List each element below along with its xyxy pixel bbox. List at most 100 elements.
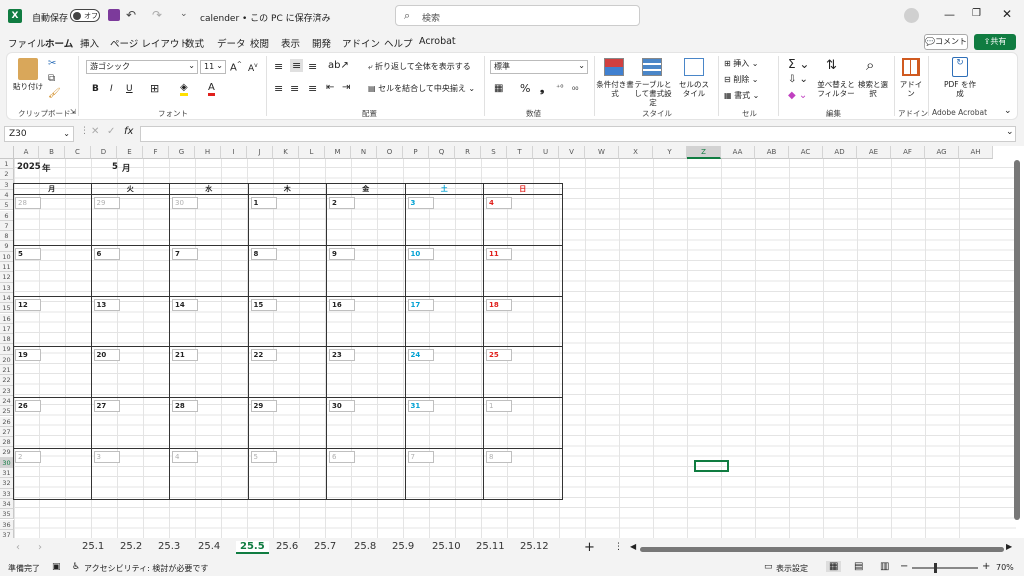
next-sheet-icon[interactable]: › bbox=[38, 542, 42, 553]
zoom-in-icon[interactable]: + bbox=[982, 561, 990, 572]
sheet-tab-25-3[interactable]: 25.3 bbox=[158, 541, 180, 552]
name-box[interactable]: Z30 ⌄ bbox=[4, 126, 74, 142]
calendar-day-cell[interactable]: 24 bbox=[405, 347, 484, 399]
format-cells-button[interactable]: ▦ 書式 ⌄ bbox=[724, 90, 759, 101]
column-header-l[interactable]: L bbox=[299, 146, 325, 159]
calendar-day-cell[interactable]: 12 bbox=[13, 296, 92, 348]
sheet-tab-25-5[interactable]: 25.5 bbox=[236, 541, 269, 554]
calendar-day-cell[interactable]: 5 bbox=[13, 245, 92, 297]
tab-acrobat[interactable]: Acrobat bbox=[419, 36, 456, 47]
horizontal-scrollbar[interactable] bbox=[640, 547, 1004, 552]
weekday-header[interactable]: 火 bbox=[91, 183, 170, 195]
calendar-day-cell[interactable]: 4 bbox=[484, 195, 563, 246]
column-header-r[interactable]: R bbox=[455, 146, 481, 159]
column-header-u[interactable]: U bbox=[533, 146, 559, 159]
fill-color-icon[interactable]: ◈ bbox=[180, 82, 188, 96]
sheet-tab-25-8[interactable]: 25.8 bbox=[354, 541, 376, 552]
create-pdf-icon[interactable]: ↻ bbox=[952, 57, 968, 77]
indent-increase-icon[interactable]: ⇥ bbox=[342, 82, 350, 93]
calendar-day-cell[interactable]: 16 bbox=[327, 296, 406, 348]
align-center-icon[interactable]: ≡ bbox=[290, 82, 299, 95]
clipboard-launcher-icon[interactable]: ⇲ bbox=[70, 108, 76, 116]
tab-insert[interactable]: 挿入 bbox=[80, 36, 99, 50]
decrease-font-icon[interactable]: Av bbox=[248, 62, 258, 74]
column-header-q[interactable]: Q bbox=[429, 146, 455, 159]
calendar-day-cell[interactable]: 30 bbox=[327, 398, 406, 449]
column-header-k[interactable]: K bbox=[273, 146, 299, 159]
sheet-tab-25-12[interactable]: 25.12 bbox=[520, 541, 549, 552]
tab-help[interactable]: ヘルプ bbox=[384, 36, 413, 50]
row-header[interactable]: 30 bbox=[0, 457, 14, 468]
add-sheet-icon[interactable]: + bbox=[584, 540, 595, 555]
calendar-day-cell[interactable]: 2 bbox=[327, 195, 406, 246]
year-unit-cell[interactable]: 年 bbox=[42, 162, 51, 174]
sheet-options-icon[interactable]: ⋮ bbox=[614, 542, 623, 552]
clear-icon[interactable]: ◆ ⌄ bbox=[788, 90, 807, 101]
column-header-t[interactable]: T bbox=[507, 146, 533, 159]
row-header[interactable]: 34 bbox=[0, 498, 14, 510]
calendar-day-cell[interactable]: 28 bbox=[13, 195, 92, 246]
format-table-button[interactable]: テーブルとして書式設定 bbox=[632, 80, 674, 107]
cell-styles-icon[interactable] bbox=[684, 58, 704, 76]
row-header[interactable]: 33 bbox=[0, 488, 14, 499]
fill-icon[interactable]: ⇩ ⌄ bbox=[788, 74, 808, 85]
close-icon[interactable]: ✕ bbox=[1002, 7, 1012, 21]
search-box[interactable]: ⌕ 検索 bbox=[395, 5, 640, 26]
more-icon[interactable]: ⋮ bbox=[80, 126, 89, 136]
accounting-icon[interactable]: ▦ bbox=[494, 83, 503, 94]
sheet-tab-25-9[interactable]: 25.9 bbox=[392, 541, 414, 552]
redo-icon[interactable]: ↷ bbox=[152, 8, 162, 22]
ribbon-collapse-icon[interactable]: ⌄ bbox=[1004, 106, 1012, 116]
column-header-j[interactable]: J bbox=[247, 146, 273, 159]
column-header-p[interactable]: P bbox=[403, 146, 429, 159]
calendar-day-cell[interactable]: 1 bbox=[248, 195, 327, 246]
row-header[interactable]: 14 bbox=[0, 292, 14, 304]
wrap-text-button[interactable]: ⤶ 折り返して全体を表示する bbox=[368, 61, 471, 72]
sheet-tab-25-6[interactable]: 25.6 bbox=[276, 541, 298, 552]
orientation-icon[interactable]: ab↗ bbox=[328, 60, 349, 71]
sheet-tab-25-11[interactable]: 25.11 bbox=[476, 541, 505, 552]
tab-page-layout[interactable]: ページ レイアウト bbox=[110, 36, 189, 50]
weekday-header[interactable]: 木 bbox=[248, 183, 327, 195]
month-cell[interactable]: 5 bbox=[112, 162, 118, 172]
column-header-a[interactable]: A bbox=[14, 146, 39, 159]
row-header[interactable]: 17 bbox=[0, 323, 14, 335]
row-header[interactable]: 36 bbox=[0, 519, 14, 530]
row-header[interactable]: 31 bbox=[0, 468, 14, 479]
month-unit-cell[interactable]: 月 bbox=[122, 162, 131, 174]
percent-icon[interactable]: % bbox=[520, 82, 530, 95]
column-header-y[interactable]: Y bbox=[653, 146, 687, 159]
row-header[interactable]: 8 bbox=[0, 231, 14, 242]
calendar-day-cell[interactable]: 6 bbox=[91, 245, 170, 297]
bold-icon[interactable]: B bbox=[92, 84, 99, 94]
autosum-icon[interactable]: Σ ⌄ bbox=[788, 57, 809, 71]
column-header-ah[interactable]: AH bbox=[959, 146, 993, 159]
scroll-left-icon[interactable]: ◀ bbox=[630, 542, 636, 551]
tab-formulas[interactable]: 数式 bbox=[185, 36, 204, 50]
calendar-day-cell[interactable]: 26 bbox=[13, 398, 92, 449]
calendar-day-cell[interactable]: 22 bbox=[248, 347, 327, 399]
tab-data[interactable]: データ bbox=[217, 36, 246, 50]
find-select-icon[interactable]: ⌕ bbox=[866, 56, 874, 74]
row-header[interactable]: 9 bbox=[0, 241, 14, 252]
column-header-i[interactable]: I bbox=[221, 146, 247, 159]
paste-button[interactable]: 貼り付け bbox=[12, 82, 44, 91]
column-header-v[interactable]: V bbox=[559, 146, 585, 159]
row-header[interactable]: 25 bbox=[0, 406, 14, 417]
column-header-af[interactable]: AF bbox=[891, 146, 925, 159]
addins-button[interactable]: アドイン bbox=[898, 80, 924, 98]
align-middle-icon[interactable]: ≡ bbox=[290, 59, 304, 72]
tab-view[interactable]: 表示 bbox=[281, 36, 300, 50]
create-pdf-button[interactable]: PDF を作成 bbox=[944, 80, 976, 98]
sort-filter-icon[interactable]: ⇅ bbox=[826, 58, 837, 73]
row-header[interactable]: 4 bbox=[0, 189, 14, 201]
share-button[interactable]: ⇪共有 bbox=[974, 34, 1016, 50]
find-select-button[interactable]: 検索と選択 bbox=[858, 80, 888, 98]
calendar-day-cell[interactable]: 8 bbox=[248, 245, 327, 297]
column-header-b[interactable]: B bbox=[39, 146, 65, 159]
tab-review[interactable]: 校閲 bbox=[250, 36, 269, 50]
expand-formula-icon[interactable]: ⌄ bbox=[1006, 127, 1014, 137]
column-header-f[interactable]: F bbox=[143, 146, 169, 159]
weekday-header[interactable]: 金 bbox=[327, 183, 406, 195]
scroll-right-icon[interactable]: ▶ bbox=[1006, 542, 1012, 551]
